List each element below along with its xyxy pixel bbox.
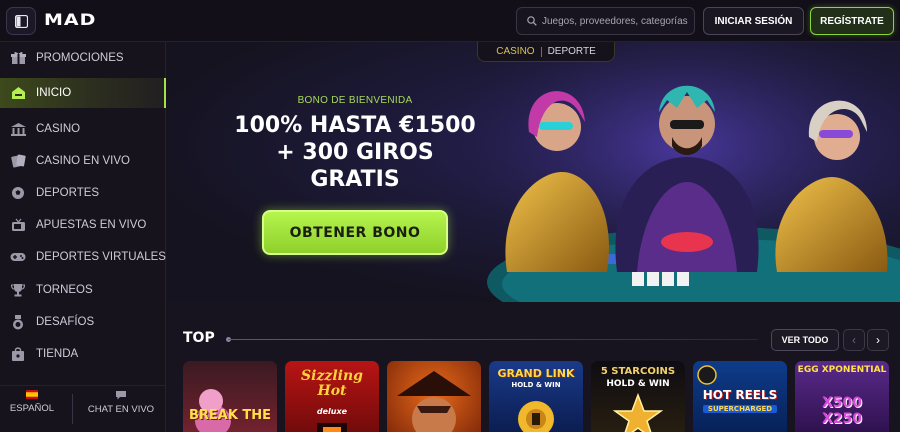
trophy-icon bbox=[0, 283, 36, 297]
game-subtitle: HOLD & WIN bbox=[511, 381, 561, 389]
casino-icon bbox=[0, 122, 36, 136]
star-icon bbox=[613, 393, 663, 432]
sidebar-item-torneos[interactable]: TORNEOS bbox=[0, 275, 166, 305]
game-title: 5 STARCOINS bbox=[600, 366, 676, 377]
top-bar: MAD INICIAR SESIÓN REGÍSTRATE bbox=[0, 0, 900, 42]
cards-icon bbox=[0, 154, 36, 168]
game-subtitle: deluxe bbox=[316, 407, 348, 416]
game-subtitle: HOLD & WIN bbox=[606, 379, 670, 389]
sidebar-item-label: DEPORTES VIRTUALES bbox=[36, 251, 166, 263]
sidebar-item-label: TIENDA bbox=[36, 348, 79, 360]
game-tile[interactable]: GRAND LINK HOLD & WIN bbox=[489, 361, 583, 432]
sidebar-item-deportes-virtuales[interactable]: DEPORTES VIRTUALES bbox=[0, 242, 166, 272]
live-chat-button[interactable]: CHAT EN VIVO bbox=[82, 390, 160, 415]
home-icon bbox=[0, 86, 36, 100]
game-subtitle: X500 X250 bbox=[821, 395, 863, 427]
chevron-right-icon: › bbox=[876, 333, 880, 347]
game-title: BREAK THE bbox=[188, 408, 272, 423]
chevron-left-icon: ‹ bbox=[852, 333, 856, 347]
game-tile[interactable]: EGG XPONENTIAL X500 X250 bbox=[795, 361, 889, 432]
soccer-ball-icon bbox=[0, 186, 36, 200]
tab-casino[interactable]: CASINO bbox=[490, 46, 540, 57]
chat-bubble-icon bbox=[116, 391, 126, 400]
promo-title-line: + 300 GIROS bbox=[276, 140, 434, 165]
sidebar-item-label: DESAFÍOS bbox=[36, 316, 95, 328]
game-art bbox=[317, 423, 347, 432]
game-tile[interactable]: 5 STARCOINS HOLD & WIN bbox=[591, 361, 685, 432]
game-title: GRAND LINK bbox=[497, 367, 575, 380]
game-tile[interactable] bbox=[387, 361, 481, 432]
section-title: TOP bbox=[183, 330, 215, 346]
sidebar-toggle-button[interactable] bbox=[6, 7, 36, 35]
sidebar-item-label: APUESTAS EN VIVO bbox=[36, 219, 147, 231]
game-art bbox=[518, 401, 554, 432]
sidebar-item-casino[interactable]: CASINO bbox=[0, 114, 166, 144]
hero-banner: CASINO DEPORTE BONO DE BIENVENIDA 100% H… bbox=[167, 42, 900, 302]
promo-title-line: 100% HASTA €1500 bbox=[234, 113, 476, 138]
get-bonus-button[interactable]: OBTENER BONO bbox=[262, 210, 448, 255]
carousel-prev-button[interactable]: ‹ bbox=[843, 329, 865, 351]
sidebar-item-tienda[interactable]: TIENDA bbox=[0, 339, 166, 369]
gift-icon bbox=[0, 51, 36, 65]
game-title: EGG XPONENTIAL bbox=[797, 365, 887, 375]
sidebar-footer: ESPAÑOL CHAT EN VIVO bbox=[0, 385, 166, 432]
sidebar-item-casino-en-vivo[interactable]: CASINO EN VIVO bbox=[0, 146, 166, 176]
language-selector[interactable]: ESPAÑOL bbox=[8, 390, 56, 414]
sidebar-item-promociones[interactable]: PROMOCIONES bbox=[0, 43, 166, 73]
medal-icon bbox=[0, 314, 36, 330]
spain-flag-icon bbox=[26, 390, 38, 399]
sidebar-item-desafios[interactable]: DESAFÍOS bbox=[0, 307, 166, 337]
promo-title: 100% HASTA €1500 + 300 GIROS GRATIS bbox=[167, 112, 543, 193]
game-title: Sizzling Hot bbox=[301, 368, 363, 399]
promo-title-line: GRATIS bbox=[310, 167, 400, 192]
search-box[interactable] bbox=[516, 7, 695, 35]
game-tile[interactable]: Sizzling Hot deluxe bbox=[285, 361, 379, 432]
game-art bbox=[397, 371, 471, 432]
search-input[interactable] bbox=[542, 8, 692, 34]
sidebar-item-label: PROMOCIONES bbox=[36, 52, 124, 64]
game-title: HOT REELS bbox=[702, 388, 778, 402]
sidebar-item-label: TORNEOS bbox=[36, 284, 93, 296]
sidebar-item-apuestas-en-vivo[interactable]: APUESTAS EN VIVO bbox=[0, 210, 166, 240]
game-tile[interactable]: BREAK THE bbox=[183, 361, 277, 432]
game-subtitle: SUPERCHARGED bbox=[703, 405, 777, 413]
sidebar-toggle-icon bbox=[15, 15, 28, 28]
game-tile[interactable]: HOT REELS SUPERCHARGED bbox=[693, 361, 787, 432]
section-divider bbox=[228, 339, 758, 340]
shop-bag-icon bbox=[0, 346, 36, 362]
sidebar-item-label: DEPORTES bbox=[36, 187, 100, 199]
gamepad-icon bbox=[0, 251, 36, 263]
sidebar-item-inicio[interactable]: INICIO bbox=[0, 78, 166, 108]
hero-tabs: CASINO DEPORTE bbox=[477, 42, 615, 62]
language-label: ESPAÑOL bbox=[9, 403, 55, 414]
sidebar-item-label: INICIO bbox=[36, 87, 72, 99]
footer-divider bbox=[72, 394, 73, 424]
carousel-next-button[interactable]: › bbox=[867, 329, 889, 351]
live-chat-label: CHAT EN VIVO bbox=[87, 404, 155, 415]
view-all-button[interactable]: VER TODO bbox=[771, 329, 839, 351]
login-button[interactable]: INICIAR SESIÓN bbox=[703, 7, 804, 35]
register-button[interactable]: REGÍSTRATE bbox=[810, 7, 894, 35]
sidebar-item-deportes[interactable]: DEPORTES bbox=[0, 178, 166, 208]
tv-icon bbox=[0, 218, 36, 232]
search-icon bbox=[527, 16, 537, 26]
sidebar-item-label: CASINO EN VIVO bbox=[36, 155, 130, 167]
brand-logo[interactable]: MAD bbox=[44, 11, 96, 30]
hot-badge-icon bbox=[697, 365, 717, 385]
sidebar: PROMOCIONES INICIO CASINO CASINO EN VIVO… bbox=[0, 42, 166, 432]
tab-deporte[interactable]: DEPORTE bbox=[542, 46, 602, 57]
sidebar-item-label: CASINO bbox=[36, 123, 81, 135]
promo-subtitle: BONO DE BIENVENIDA bbox=[297, 95, 413, 106]
